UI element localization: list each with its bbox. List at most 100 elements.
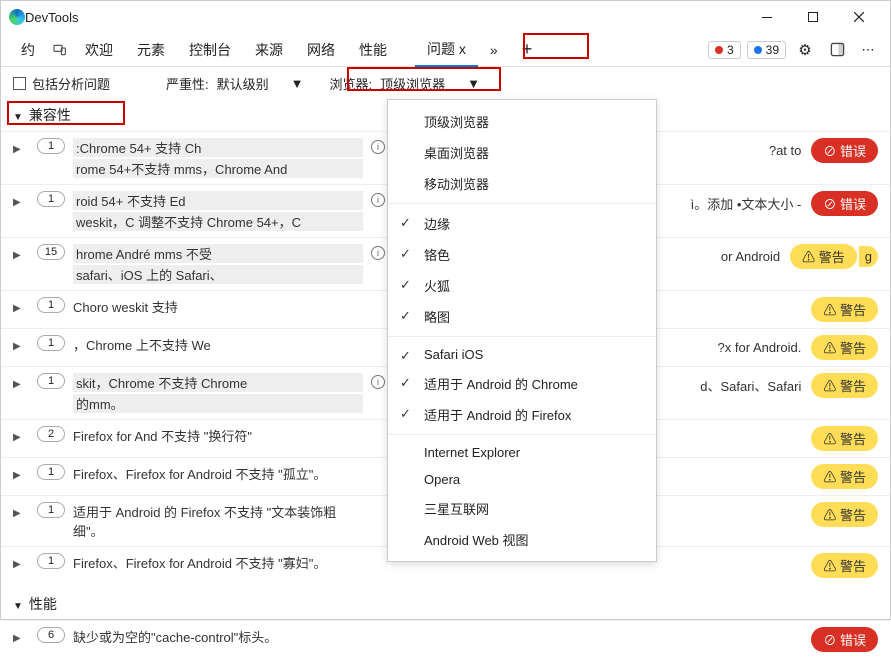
issue-text: Choro weskit 支持 xyxy=(73,297,363,316)
menu-item-label: Android Web 视图 xyxy=(424,533,529,548)
issue-right-text: ?at to xyxy=(769,143,802,158)
menu-item-label: Safari iOS xyxy=(424,347,483,362)
severity-badge: ⚠ 警告 xyxy=(811,297,878,322)
menu-item[interactable]: 三星互联网 xyxy=(388,493,656,524)
device-toggle-icon[interactable] xyxy=(47,37,73,63)
expand-icon xyxy=(13,555,21,570)
expand-icon xyxy=(13,140,21,155)
tab-inspect[interactable]: 约 xyxy=(9,33,47,67)
issue-count: 1 xyxy=(37,191,65,207)
check-icon: ✓ xyxy=(400,348,411,364)
section-performance[interactable]: 性能 xyxy=(1,588,890,620)
severity-badge: ⚠ 警告 xyxy=(790,244,857,269)
severity-badge: ⊘ 错误 xyxy=(811,191,878,216)
menu-item[interactable]: ✓适用于 Android 的 Firefox xyxy=(388,399,656,430)
menu-item[interactable]: Internet Explorer xyxy=(388,439,656,466)
menu-item[interactable]: ✓ Safari iOS xyxy=(388,341,656,368)
devtools-tabs: 约 欢迎 元素 控制台 来源 网络 性能 问题 x » + 3 39 ⋯ xyxy=(1,33,890,67)
check-icon: ✓ xyxy=(400,277,411,293)
menu-item[interactable]: ✓ 火狐 xyxy=(388,270,656,301)
tabs-more[interactable]: » xyxy=(478,33,510,67)
expand-icon xyxy=(13,596,23,612)
issue-text: Firefox、Firefox for Android 不支持 "孤立"。 xyxy=(73,464,363,483)
tabs-add[interactable]: + xyxy=(510,33,545,67)
severity-badge: ⚠ 警告 xyxy=(811,502,878,527)
menu-item-label: 三星互联网 xyxy=(424,502,489,517)
dock-icon[interactable] xyxy=(824,37,850,63)
severity-badge: ⚠ 警告 xyxy=(811,426,878,451)
maximize-button[interactable] xyxy=(790,1,836,33)
menu-item-label: 火狐 xyxy=(424,279,450,294)
error-count: 3 xyxy=(727,43,734,57)
info-icon: i xyxy=(371,193,385,207)
issue-right-text: ?x for Android. xyxy=(718,340,802,355)
window-title: DevTools xyxy=(25,10,78,25)
section-compatibility-label: 兼容性 xyxy=(29,105,71,125)
menu-item-label: 移动浏览器 xyxy=(424,177,489,192)
tab-elements[interactable]: 元素 xyxy=(125,33,177,67)
issue-count: 1 xyxy=(37,373,65,389)
settings-icon[interactable] xyxy=(792,37,818,63)
menu-item-label: 顶级浏览器 xyxy=(424,115,489,130)
menu-item[interactable]: Opera xyxy=(388,466,656,493)
menu-item-label: 桌面浏览器 xyxy=(424,146,489,161)
issue-count: 1 xyxy=(37,502,65,518)
info-count: 39 xyxy=(766,43,779,57)
issue-count: 1 xyxy=(37,553,65,569)
tab-issues[interactable]: 问题 x xyxy=(415,33,478,67)
issue-text: Firefox、Firefox for Android 不支持 "寡妇"。 xyxy=(73,553,363,572)
issue-count: 1 xyxy=(37,464,65,480)
menu-item-label: 适用于 Android 的 Firefox xyxy=(424,408,571,423)
menu-item[interactable]: ✓边缘 xyxy=(388,208,656,239)
close-button[interactable] xyxy=(836,1,882,33)
error-counter[interactable]: 3 xyxy=(708,41,741,59)
menu-item[interactable]: ✓适用于 Android 的 Chrome xyxy=(388,368,656,399)
issue-right-text: or Android xyxy=(721,249,780,264)
expand-icon xyxy=(13,299,21,314)
issue-count: 15 xyxy=(37,244,65,260)
issue-text: 缺少或为空的"cache-control"标头。 xyxy=(73,627,363,646)
info-counter[interactable]: 39 xyxy=(747,41,786,59)
expand-icon xyxy=(13,629,21,644)
tab-network[interactable]: 网络 xyxy=(295,33,347,67)
info-icon: i xyxy=(371,140,385,154)
include-analysis-checkbox[interactable]: 包括分析问题 xyxy=(13,74,110,93)
menu-item[interactable]: 移动浏览器 xyxy=(388,168,656,199)
issue-count: 1 xyxy=(37,138,65,154)
browser-dropdown[interactable]: 浏览器: 顶级浏览器 ▼ xyxy=(330,74,481,93)
menu-item-label: 略图 xyxy=(424,310,450,325)
menu-item[interactable]: 顶级浏览器 xyxy=(388,106,656,137)
tab-performance[interactable]: 性能 xyxy=(347,33,399,67)
menu-item-label: Internet Explorer xyxy=(424,445,520,460)
check-icon: ✓ xyxy=(400,375,411,391)
tab-console[interactable]: 控制台 xyxy=(177,33,243,67)
info-icon: i xyxy=(371,375,385,389)
issue-text: skit，Chrome 不支持 Chrome的mm。 xyxy=(73,373,363,413)
expand-icon xyxy=(13,428,21,443)
more-icon[interactable]: ⋯ xyxy=(856,37,882,63)
issue-text: hrome André mms 不受safari、iOS 上的 Safari、 xyxy=(73,244,363,284)
issue-count: 1 xyxy=(37,297,65,313)
browser-filter-menu: 顶级浏览器桌面浏览器移动浏览器✓边缘✓铬色✓火狐✓略图✓Safari iOS✓适… xyxy=(387,99,657,562)
info-icon: i xyxy=(371,246,385,260)
issue-count: 1 xyxy=(37,335,65,351)
issue-text: :Chrome 54+ 支持 Chrome 54+不支持 mms，Chrome … xyxy=(73,138,363,178)
severity-dropdown[interactable]: 严重性: 默认级别 ▼ xyxy=(166,74,304,93)
menu-item-label: Opera xyxy=(424,472,460,487)
menu-item[interactable]: ✓铬色 xyxy=(388,239,656,270)
menu-item[interactable]: ✓略图 xyxy=(388,301,656,332)
check-icon: ✓ xyxy=(400,215,411,231)
tab-sources[interactable]: 来源 xyxy=(243,33,295,67)
issue-row[interactable]: 6 缺少或为空的"cache-control"标头。 ⊘ 错误 xyxy=(1,621,890,658)
expand-icon xyxy=(13,246,21,261)
tab-welcome[interactable]: 欢迎 xyxy=(73,33,125,67)
menu-item[interactable]: Android Web 视图 xyxy=(388,524,656,555)
issue-count: 2 xyxy=(37,426,65,442)
severity-badge: ⚠ 警告 xyxy=(811,373,878,398)
titlebar: DevTools xyxy=(1,1,890,33)
severity-badge: ⚠ 警告 xyxy=(811,553,878,578)
minimize-button[interactable] xyxy=(744,1,790,33)
expand-icon xyxy=(13,193,21,208)
menu-item[interactable]: 桌面浏览器 xyxy=(388,137,656,168)
error-dot-icon xyxy=(715,46,723,54)
